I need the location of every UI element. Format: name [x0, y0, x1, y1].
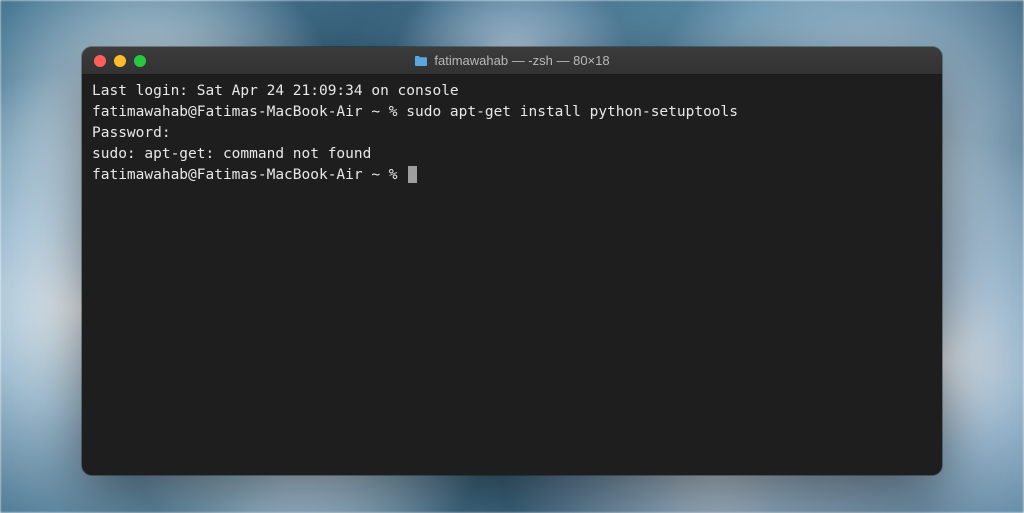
minimize-button[interactable]: [114, 55, 126, 67]
terminal-prompt-line: fatimawahab@Fatimas-MacBook-Air ~ %: [92, 165, 932, 186]
folder-icon: [414, 55, 428, 67]
terminal-cursor: [408, 166, 417, 183]
zoom-button[interactable]: [134, 55, 146, 67]
terminal-line: Last login: Sat Apr 24 21:09:34 on conso…: [92, 81, 932, 102]
terminal-prompt: fatimawahab@Fatimas-MacBook-Air ~ %: [92, 167, 406, 183]
window-controls: [82, 55, 146, 67]
terminal-line: sudo: apt-get: command not found: [92, 144, 932, 165]
window-titlebar[interactable]: fatimawahab — -zsh — 80×18: [82, 47, 942, 75]
terminal-body[interactable]: Last login: Sat Apr 24 21:09:34 on conso…: [82, 75, 942, 475]
terminal-line: fatimawahab@Fatimas-MacBook-Air ~ % sudo…: [92, 102, 932, 123]
window-title: fatimawahab — -zsh — 80×18: [434, 53, 609, 68]
close-button[interactable]: [94, 55, 106, 67]
window-title-container: fatimawahab — -zsh — 80×18: [82, 53, 942, 68]
terminal-line: Password:: [92, 123, 932, 144]
terminal-window: fatimawahab — -zsh — 80×18 Last login: S…: [82, 47, 942, 475]
